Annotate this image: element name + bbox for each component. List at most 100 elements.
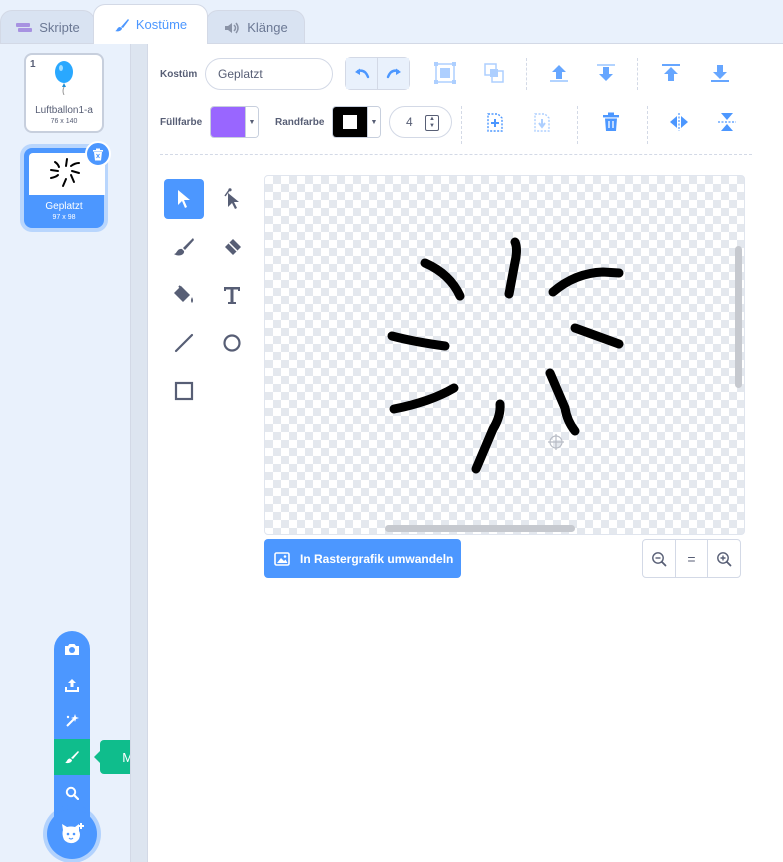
paste-button[interactable] bbox=[527, 107, 557, 137]
text-tool[interactable] bbox=[212, 275, 252, 315]
zoom-out-icon bbox=[651, 551, 667, 566]
front-button[interactable] bbox=[656, 58, 686, 88]
chevron-down-icon: ▼ bbox=[367, 107, 380, 137]
line-icon bbox=[174, 333, 194, 353]
group-icon bbox=[434, 62, 456, 84]
outline-color-label: Randfarbe bbox=[275, 117, 325, 128]
upload-icon bbox=[65, 679, 79, 692]
costume-name: Geplatzt bbox=[45, 201, 83, 212]
zoom-reset-button[interactable]: = bbox=[676, 540, 709, 577]
costume-item[interactable]: 1 Luftballon1-a 76 x 140 bbox=[24, 53, 104, 133]
trash-icon bbox=[603, 112, 619, 131]
upload-button[interactable] bbox=[54, 667, 90, 703]
costume-list: 1 Luftballon1-a 76 x 140 2 Geplatzt 97 x… bbox=[0, 43, 180, 862]
toolbar-separator bbox=[160, 154, 752, 155]
tab-sounds[interactable]: Klänge bbox=[206, 10, 305, 44]
select-tool[interactable] bbox=[164, 179, 204, 219]
outline-color-picker[interactable]: ▼ bbox=[332, 106, 381, 138]
search-button[interactable] bbox=[54, 775, 90, 811]
convert-to-bitmap-button[interactable]: In Rastergrafik umwandeln bbox=[264, 539, 461, 578]
backward-button[interactable] bbox=[591, 58, 621, 88]
convert-label: In Rastergrafik umwandeln bbox=[300, 551, 454, 566]
surprise-icon bbox=[66, 714, 79, 727]
layer-forward-icon bbox=[550, 65, 568, 82]
text-icon bbox=[224, 287, 240, 304]
forward-button[interactable] bbox=[544, 58, 574, 88]
costume-number: 2 bbox=[31, 155, 37, 166]
reshape-cursor-icon bbox=[224, 188, 239, 209]
choose-costume-button[interactable] bbox=[47, 809, 97, 859]
circle-tool[interactable] bbox=[212, 323, 252, 363]
flip-horizontal-button[interactable] bbox=[664, 107, 694, 137]
tab-costumes[interactable]: Kostüme bbox=[93, 4, 208, 44]
balloon-thumbnail bbox=[55, 61, 73, 95]
outline-color-swatch bbox=[333, 107, 367, 137]
fill-tool[interactable] bbox=[164, 275, 204, 315]
chevron-down-icon: ▼ bbox=[245, 107, 258, 137]
paste-icon bbox=[534, 113, 550, 132]
line-tool[interactable] bbox=[164, 323, 204, 363]
costume-size: 97 x 98 bbox=[52, 214, 76, 221]
add-costume-menu bbox=[54, 631, 90, 821]
cat-add-icon bbox=[62, 823, 84, 844]
fill-color-picker[interactable]: ▼ bbox=[210, 106, 259, 138]
layer-backward-icon bbox=[597, 64, 615, 81]
back-button[interactable] bbox=[705, 58, 735, 88]
surprise-button[interactable] bbox=[54, 703, 90, 739]
layer-back-icon bbox=[711, 65, 729, 82]
canvas-horizontal-scrollbar[interactable] bbox=[385, 525, 575, 532]
paint-editor: Kostüm Füllfarbe ▼ Randfarbe ▼ bbox=[148, 43, 783, 862]
zoom-out-button[interactable] bbox=[643, 540, 676, 577]
paint-canvas[interactable] bbox=[264, 175, 745, 535]
tab-scripts-label: Skripte bbox=[39, 20, 80, 35]
rectangle-icon bbox=[174, 381, 194, 401]
zoom-in-button[interactable] bbox=[708, 540, 740, 577]
delete-costume-button[interactable] bbox=[85, 141, 111, 167]
speaker-icon bbox=[223, 21, 241, 35]
costume-list-scrollbar[interactable] bbox=[130, 43, 148, 862]
flip-vertical-icon bbox=[718, 113, 736, 131]
flip-vertical-button[interactable] bbox=[712, 107, 742, 137]
stroke-width-stepper[interactable]: ▲ ▼ bbox=[425, 115, 439, 131]
costume-item-selected[interactable]: 2 Geplatzt 97 x 98 bbox=[24, 141, 111, 228]
burst-thumbnail bbox=[50, 158, 80, 187]
undo-button[interactable] bbox=[346, 58, 378, 89]
fill-color-swatch bbox=[211, 107, 245, 137]
copy-button[interactable] bbox=[480, 107, 510, 137]
stroke-width-value: 4 bbox=[406, 115, 413, 129]
undo-icon bbox=[354, 68, 369, 78]
toolbar-divider bbox=[526, 58, 527, 90]
undo-redo-group bbox=[345, 57, 410, 90]
group-button[interactable] bbox=[430, 58, 460, 88]
costume-number: 1 bbox=[30, 59, 36, 70]
search-icon bbox=[65, 786, 79, 800]
toolbar-divider bbox=[647, 106, 648, 144]
canvas-vertical-scrollbar[interactable] bbox=[735, 246, 742, 388]
burst-drawing[interactable] bbox=[265, 176, 745, 535]
toolbar-divider bbox=[577, 106, 578, 144]
trash-icon bbox=[93, 148, 103, 160]
tab-costumes-label: Kostüme bbox=[135, 17, 188, 32]
camera-button[interactable] bbox=[54, 631, 90, 667]
tab-scripts[interactable]: Skripte bbox=[0, 10, 95, 44]
reshape-tool[interactable] bbox=[212, 179, 252, 219]
toolbar-divider bbox=[461, 106, 462, 144]
ungroup-button[interactable] bbox=[479, 58, 509, 88]
circle-icon bbox=[223, 334, 241, 352]
layer-front-icon bbox=[662, 64, 680, 81]
arrow-cursor-icon bbox=[178, 190, 190, 208]
redo-button[interactable] bbox=[378, 58, 409, 89]
delete-button[interactable] bbox=[596, 107, 626, 137]
tab-bar: Skripte Kostüme Klänge bbox=[0, 0, 783, 44]
rectangle-tool[interactable] bbox=[164, 371, 204, 411]
eraser-tool[interactable] bbox=[212, 227, 252, 267]
redo-icon bbox=[386, 68, 401, 78]
fill-color-label: Füllfarbe bbox=[160, 117, 203, 128]
code-icon bbox=[15, 21, 33, 35]
zoom-controls: = bbox=[642, 539, 741, 578]
stroke-width-input[interactable]: 4 ▲ ▼ bbox=[389, 106, 452, 138]
paint-button[interactable] bbox=[54, 739, 90, 775]
costume-name-input[interactable] bbox=[205, 58, 333, 90]
brush-tool[interactable] bbox=[164, 227, 204, 267]
costume-name-label: Kostüm bbox=[160, 69, 198, 80]
